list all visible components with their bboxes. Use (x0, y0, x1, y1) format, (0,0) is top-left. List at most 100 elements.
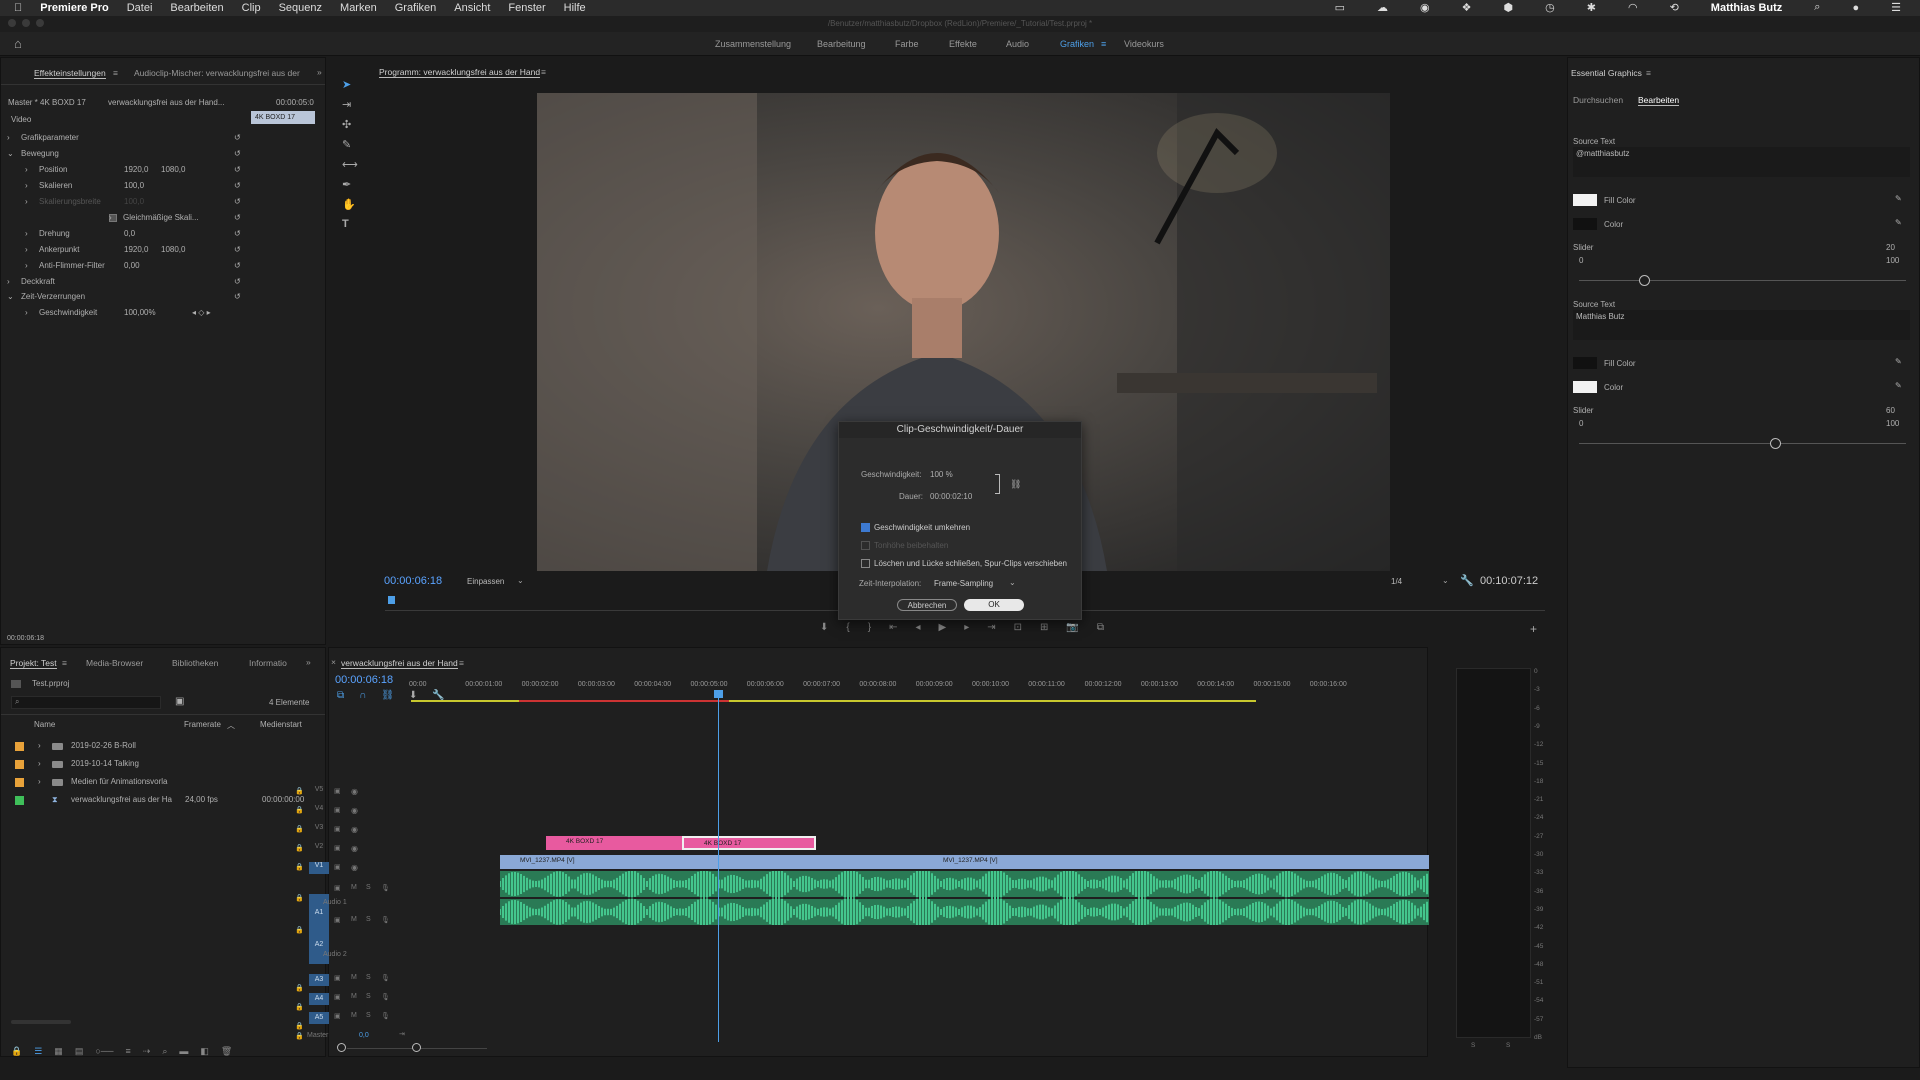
video-clip[interactable]: MVI_1237.MP4 [V] (500, 855, 923, 869)
slider-track[interactable] (1579, 280, 1906, 281)
siri-icon[interactable]: ● (1852, 2, 1859, 14)
maintain-pitch-checkbox[interactable] (861, 541, 870, 550)
eyedropper-icon[interactable]: ✎ (1895, 218, 1902, 227)
reset-icon[interactable]: ↺ (234, 213, 241, 222)
linked-icon[interactable]: ⛓ (381, 690, 394, 701)
eye-icon[interactable]: ◉ (1420, 1, 1430, 14)
timeline-playhead[interactable] (718, 692, 719, 1042)
track-lock-icon[interactable]: 🔒 (295, 825, 304, 833)
solo-button[interactable]: S (366, 884, 371, 891)
track-label[interactable]: V2 (309, 843, 329, 855)
zoom-window-icon[interactable] (36, 19, 44, 27)
insert-icon[interactable]: ⊡ (1014, 622, 1022, 633)
solo-button[interactable]: S (366, 1012, 371, 1019)
voiceover-mic-icon[interactable]: 🎙 (381, 993, 390, 1001)
dropbox-icon[interactable]: ❖ (1462, 1, 1472, 14)
fx-value-1[interactable]: 0,00 (124, 261, 140, 270)
trash-icon[interactable]: 🗑 (221, 1046, 232, 1057)
fx-value-1[interactable]: 0,0 (124, 229, 135, 238)
reset-icon[interactable]: ↺ (234, 245, 241, 254)
duration-value[interactable]: 00:00:02:10 (930, 492, 972, 501)
selection-tool-icon[interactable]: ➤ (342, 78, 351, 91)
apple-icon[interactable]:  (14, 2, 22, 14)
notification-icon[interactable]: ☰ (1891, 1, 1901, 14)
menu-ansicht[interactable]: Ansicht (454, 2, 490, 14)
go-to-in-icon[interactable]: ⇤ (889, 622, 897, 633)
disclosure-icon[interactable]: ⌄ (7, 149, 14, 158)
hand-tool-icon[interactable]: ✋ (342, 198, 356, 211)
chain-link-icon[interactable]: ⛓ (1010, 479, 1021, 490)
disclosure-icon[interactable]: › (25, 308, 28, 317)
voiceover-mic-icon[interactable]: 🎙 (381, 974, 390, 982)
fx-value-2[interactable]: 1080,0 (161, 245, 185, 254)
track-label[interactable]: A5 (309, 1012, 329, 1024)
essential-graphics-title[interactable]: Essential Graphics (1571, 68, 1642, 78)
slider-track[interactable] (1579, 443, 1906, 444)
master-lock-icon[interactable]: 🔒 (295, 1032, 304, 1040)
timemachine-icon[interactable]: ◷ (1545, 1, 1555, 14)
mute-button[interactable]: M (351, 916, 357, 923)
icon-view-icon[interactable]: ▦ (54, 1046, 63, 1057)
master-value[interactable]: 0,0 (359, 1032, 369, 1039)
track-label[interactable]: V4 (309, 805, 329, 817)
graphic-clip[interactable]: 4K BOXD 17 (682, 836, 816, 850)
track-label[interactable]: A2 (309, 926, 329, 964)
slider-knob[interactable] (1770, 438, 1782, 449)
disclosure-icon[interactable]: › (25, 181, 28, 190)
fx-value-2[interactable]: 1080,0 (161, 165, 185, 174)
close-window-icon[interactable] (8, 19, 16, 27)
track-visibility-icon[interactable]: ◉ (351, 787, 358, 796)
eg-menu-icon[interactable]: ≡ (1646, 68, 1651, 78)
wrench-icon[interactable]: 🔧 (1460, 574, 1474, 587)
track-sync-icon[interactable]: ▣ (334, 884, 341, 892)
disclosure-icon[interactable]: › (25, 261, 28, 270)
user-name[interactable]: Matthias Butz (1711, 2, 1783, 14)
fill-color-swatch[interactable] (1573, 357, 1597, 369)
reverse-speed-checkbox[interactable] (861, 523, 870, 532)
zoom-end-handle[interactable] (412, 1043, 421, 1052)
program-menu-icon[interactable]: ≡ (541, 67, 546, 77)
track-sync-icon[interactable]: ▣ (334, 825, 341, 833)
play-icon[interactable]: ▶ (939, 622, 947, 633)
col-medienstart[interactable]: Medienstart (260, 720, 302, 729)
fx-value-1[interactable]: 100,00% (124, 308, 156, 317)
track-select-tool-icon[interactable]: ⇥ (342, 98, 351, 111)
eyedropper-icon[interactable]: ✎ (1895, 381, 1902, 390)
track-lock-icon[interactable]: 🔒 (295, 787, 304, 795)
disclosure-icon[interactable]: › (7, 133, 10, 142)
program-title[interactable]: Programm: verwacklungsfrei aus der Hand (379, 67, 541, 78)
tab-media-browser[interactable]: Media-Browser (86, 658, 143, 668)
snap-icon[interactable]: ∩ (359, 690, 366, 701)
slider-value[interactable]: 20 (1886, 243, 1895, 252)
menu-marken[interactable]: Marken (340, 2, 377, 14)
panel-menu-icon[interactable]: ≡ (113, 68, 118, 78)
label-color-swatch[interactable] (15, 760, 24, 769)
fill-color-swatch[interactable] (1573, 194, 1597, 206)
cast-icon[interactable]: ▭ (1335, 1, 1345, 14)
find-icon[interactable]: ⌕ (162, 1046, 167, 1057)
new-bin-icon[interactable]: ▣ (175, 696, 184, 707)
solo-button[interactable]: S (366, 974, 371, 981)
ws-bearbeitung[interactable]: Bearbeitung (817, 39, 866, 49)
timeline-tab[interactable]: verwacklungsfrei aus der Hand (341, 658, 458, 669)
track-lock-icon[interactable]: 🔒 (295, 894, 304, 902)
ws-menu-icon[interactable]: ≡ (1101, 39, 1106, 49)
ws-zusammenstellung[interactable]: Zusammenstellung (715, 39, 791, 49)
voiceover-mic-icon[interactable]: 🎙 (381, 884, 390, 892)
ws-effekte[interactable]: Effekte (949, 39, 977, 49)
keyframe-nav-icon[interactable]: ◂ ◇ ▸ (192, 308, 211, 317)
quality-dropdown[interactable]: 1/4 (1391, 577, 1402, 586)
track-visibility-icon[interactable]: ◉ (351, 863, 358, 872)
step-forward-icon[interactable]: ▸ (964, 622, 969, 633)
zoom-start-handle[interactable] (337, 1043, 346, 1052)
fit-chevron-icon[interactable]: ⌄ (517, 576, 524, 585)
track-visibility-icon[interactable]: ◉ (351, 825, 358, 834)
menu-sequenz[interactable]: Sequenz (279, 2, 322, 14)
timeline-close-icon[interactable]: × (331, 657, 336, 667)
master-end-icon[interactable]: ⇥ (399, 1030, 405, 1038)
disclosure-icon[interactable]: › (25, 165, 28, 174)
track-sync-icon[interactable]: ▣ (334, 806, 341, 814)
playhead-handle[interactable] (714, 690, 723, 698)
reset-icon[interactable]: ↺ (234, 197, 241, 206)
slider-knob[interactable] (1639, 275, 1651, 286)
